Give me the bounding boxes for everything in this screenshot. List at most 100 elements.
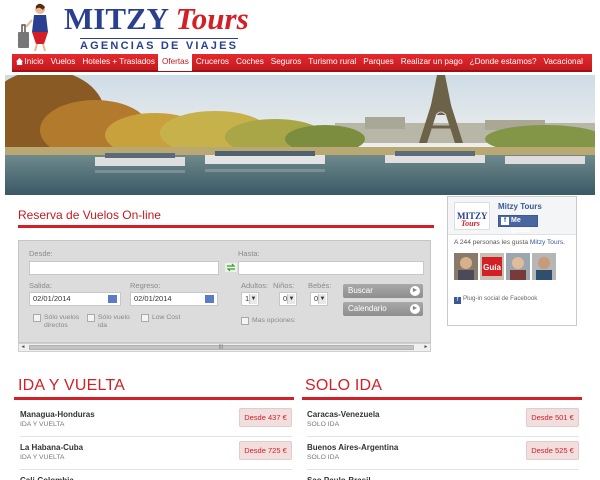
route-separator: [20, 436, 292, 437]
scroll-right-icon[interactable]: ►: [422, 344, 430, 351]
low-cost-checkbox[interactable]: [141, 314, 149, 322]
route-price-button[interactable]: Desde 501 €: [526, 408, 579, 427]
logo-subtitle: AGENCIAS DE VIAJES: [80, 38, 239, 52]
nav-item-0[interactable]: Inicio: [12, 53, 47, 71]
swap-icon[interactable]: [225, 263, 237, 272]
nav-item-label: Cruceros: [195, 57, 230, 66]
route-price-button[interactable]: Desde 437 €: [239, 408, 292, 427]
to-label: Hasta:: [238, 249, 260, 258]
route-price-button[interactable]: Desde 725 €: [239, 441, 292, 460]
route-name[interactable]: Buenos Aires-Argentina: [307, 443, 398, 452]
facebook-like-box: MITZY Tours Mitzy Tours f Me gusta A 244…: [447, 196, 577, 326]
from-input[interactable]: [29, 261, 219, 275]
facebook-header: MITZY Tours Mitzy Tours f Me gusta: [448, 197, 576, 235]
low-cost-label: Low Cost: [152, 314, 181, 321]
search-button[interactable]: Buscar ►: [343, 284, 423, 298]
arrow-right-icon: ►: [410, 286, 420, 296]
depart-date-input[interactable]: 02/01/2014: [29, 292, 121, 306]
route-type: IDA Y VUELTA: [20, 421, 65, 428]
babies-select[interactable]: 0 ▼: [310, 292, 328, 306]
fan-guide-text: Guía: [483, 263, 501, 272]
return-date-input[interactable]: 02/01/2014: [130, 292, 218, 306]
avatar-accent-text: Tours: [461, 219, 480, 228]
booking-title: Reserva de Vuelos On-line: [18, 208, 161, 222]
home-icon: [15, 58, 23, 65]
oneway-rule: [302, 397, 582, 400]
route-type: IDA Y VUELTA: [20, 454, 65, 461]
facebook-icon: f: [501, 217, 509, 225]
route-row[interactable]: Sao Paulo-Brasil: [307, 474, 579, 480]
nav-item-7[interactable]: Turismo rural: [305, 53, 360, 71]
fan-faces: Guía: [454, 253, 556, 280]
nav-item-label: Inicio: [24, 57, 44, 66]
fan-avatar[interactable]: [532, 253, 556, 280]
to-input[interactable]: [238, 261, 424, 275]
route-name[interactable]: Managua-Honduras: [20, 410, 95, 419]
more-options-checkbox[interactable]: [241, 317, 249, 325]
fan-avatar[interactable]: Guía: [480, 253, 504, 280]
nav-item-6[interactable]: Seguros: [267, 53, 305, 71]
route-row[interactable]: Cali-Colombia: [20, 474, 292, 480]
oneway-title: SOLO IDA: [305, 377, 383, 394]
nav-item-3[interactable]: Ofertas: [158, 53, 193, 71]
route-type: SOLO IDA: [307, 421, 340, 428]
scroll-left-icon[interactable]: ◄: [19, 344, 27, 351]
depart-label: Salida:: [29, 281, 52, 290]
route-separator: [20, 469, 292, 470]
route-row[interactable]: La Habana-Cuba IDA Y VUELTA Desde 725 €: [20, 441, 292, 469]
nav-item-label: Parques: [363, 57, 394, 66]
route-separator: [307, 469, 579, 470]
route-name[interactable]: Cali-Colombia: [20, 476, 74, 480]
facebook-page-name[interactable]: Mitzy Tours: [498, 202, 542, 211]
nav-item-label: Vacacional: [543, 57, 583, 66]
like-button-label: Me gusta: [511, 217, 530, 234]
facebook-plugin-footer[interactable]: f Plug-in social de Facebook: [454, 295, 537, 304]
route-name[interactable]: Caracas-Venezuela: [307, 410, 380, 419]
nav-item-5[interactable]: Coches: [233, 53, 268, 71]
roundtrip-rule: [14, 397, 294, 400]
fan-avatar[interactable]: [454, 253, 478, 280]
route-name[interactable]: La Habana-Cuba: [20, 443, 83, 452]
route-name[interactable]: Sao Paulo-Brasil: [307, 476, 371, 480]
page-avatar[interactable]: MITZY Tours: [454, 202, 490, 230]
paris-banner-image: [5, 75, 595, 195]
nav-item-9[interactable]: Realizar un pago: [397, 53, 466, 71]
plugin-text: Plug-in social de Facebook: [463, 295, 538, 302]
site-logo[interactable]: MITZY Tours AGENCIAS DE VIAJES: [12, 2, 249, 52]
calendar-icon[interactable]: [205, 295, 214, 303]
nav-item-4[interactable]: Cruceros: [192, 53, 232, 71]
calendar-button[interactable]: Calendario ►: [343, 302, 423, 316]
more-options-label: Mas opciones:: [252, 317, 296, 324]
nav-item-11[interactable]: Vacacional: [540, 53, 586, 71]
nav-item-label: Turismo rural: [308, 57, 357, 66]
oneway-only-checkbox[interactable]: [87, 314, 95, 322]
traveler-figure-icon: [18, 3, 48, 52]
nav-item-2[interactable]: Hoteles + Traslados: [79, 53, 159, 71]
like-count-text: A 244 personas les gusta: [454, 239, 529, 246]
horizontal-scrollbar[interactable]: ◄ ||| ►: [18, 343, 431, 352]
nav-item-10[interactable]: ¿Donde estamos?: [466, 53, 540, 71]
nav-item-1[interactable]: Vuelos: [47, 53, 79, 71]
like-count: A 244 personas les gusta Mitzy Tours.: [454, 239, 565, 246]
chevron-down-icon: ▼: [249, 294, 257, 304]
nav-item-label: Coches: [236, 57, 264, 66]
calendar-icon[interactable]: [108, 295, 117, 303]
route-price-button[interactable]: Desde 525 €: [526, 441, 579, 460]
arrow-right-icon: ►: [410, 304, 420, 314]
route-row[interactable]: Managua-Honduras IDA Y VUELTA Desde 437 €: [20, 408, 292, 436]
direct-only-checkbox[interactable]: [33, 314, 41, 322]
chevron-down-icon: ▼: [287, 294, 295, 304]
like-button[interactable]: f Me gusta: [498, 215, 538, 234]
return-label: Regreso:: [130, 281, 161, 290]
adults-select[interactable]: 1 ▼: [241, 292, 259, 306]
children-select[interactable]: 0 ▼: [279, 292, 297, 306]
route-row[interactable]: Caracas-Venezuela SOLO IDA Desde 501 €: [307, 408, 579, 436]
like-count-link[interactable]: Mitzy Tours.: [530, 239, 565, 246]
fan-avatar[interactable]: [506, 253, 530, 280]
route-row[interactable]: Buenos Aires-Argentina SOLO IDA Desde 525 …: [307, 441, 579, 469]
logo-wordmark: MITZY Tours: [64, 3, 249, 35]
nav-item-8[interactable]: Parques: [360, 53, 398, 71]
booking-title-rule: [18, 225, 434, 228]
facebook-icon: f: [454, 297, 461, 304]
depart-date-value: 02/01/2014: [33, 294, 71, 303]
